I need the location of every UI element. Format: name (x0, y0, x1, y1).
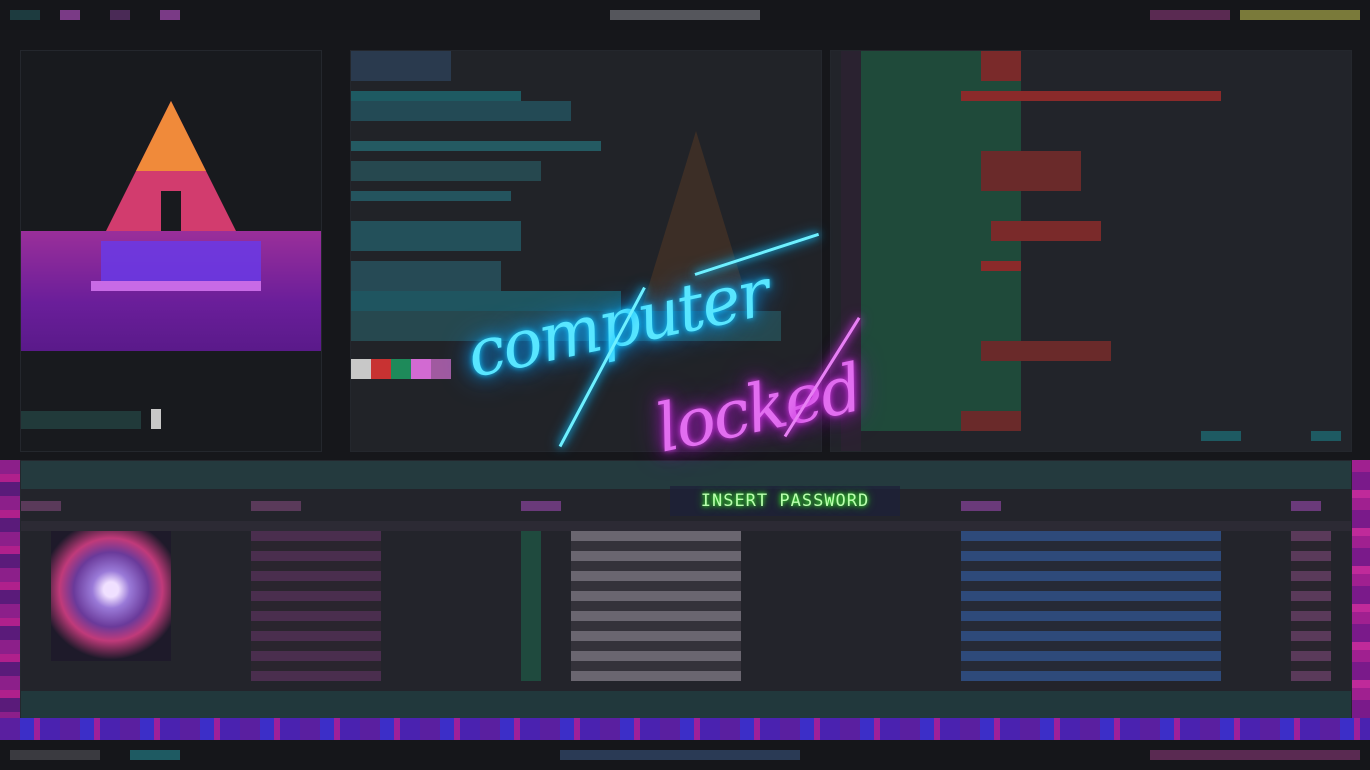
color-swatch (431, 359, 451, 379)
prompt-blur (21, 411, 141, 429)
color-swatch (411, 359, 431, 379)
workspace-indicator (10, 10, 40, 20)
top-bar (0, 0, 1370, 30)
tray-blur (1150, 10, 1230, 20)
color-swatch (351, 359, 371, 379)
pane-header-blur (21, 461, 1351, 489)
clock-blur (1240, 10, 1360, 20)
decorative-stripe (0, 718, 1370, 740)
workspace-indicator (110, 10, 130, 20)
workspace-indicator (60, 10, 80, 20)
color-swatch (371, 359, 391, 379)
avatar-icon (51, 531, 171, 661)
workspace-indicator (160, 10, 180, 20)
password-prompt[interactable]: INSERT PASSWORD (670, 486, 900, 516)
lock-screen: computer locked INSERT PASSWORD (0, 0, 1370, 770)
logo-pane (20, 50, 322, 452)
line-gutter (841, 51, 861, 451)
pane-footer-blur (21, 691, 1351, 721)
edge-glow-left (0, 460, 20, 718)
cursor-block (151, 409, 161, 429)
faded-logo (641, 131, 751, 311)
edge-glow-right (1350, 460, 1370, 718)
terminal-pane (350, 50, 822, 452)
status-bar (0, 740, 1370, 770)
code-pane (830, 50, 1352, 452)
color-swatch (391, 359, 411, 379)
window-title-blur (610, 10, 760, 20)
